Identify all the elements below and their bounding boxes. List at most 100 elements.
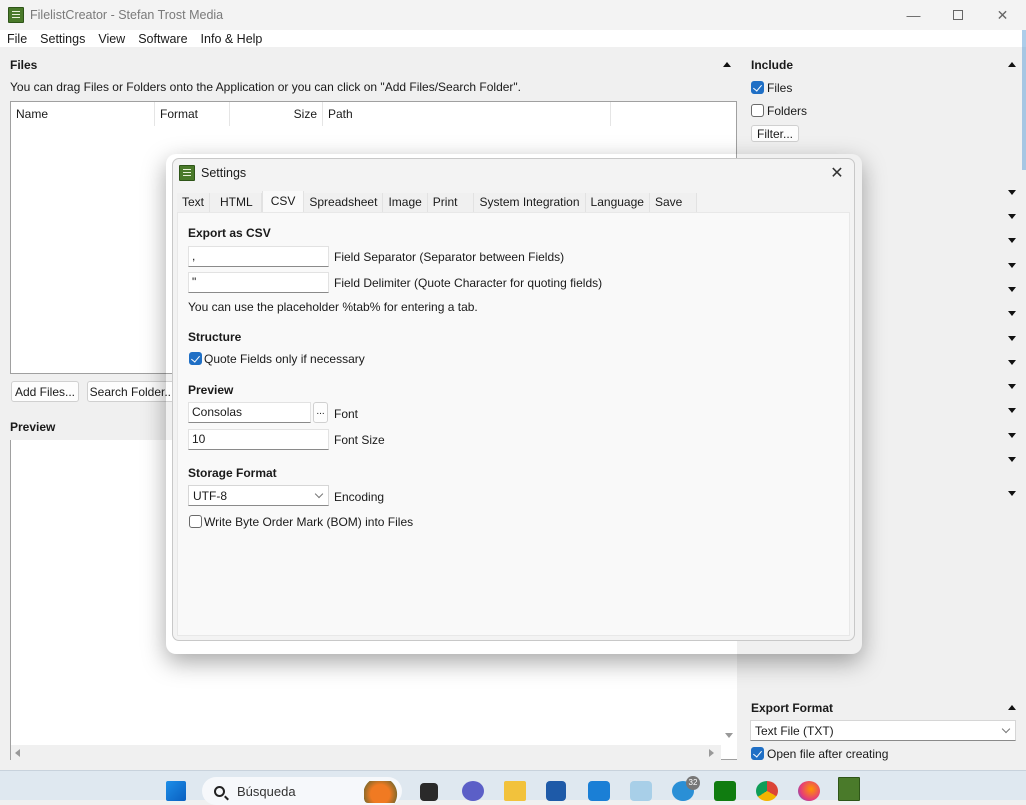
export-format-section-title: Export Format — [751, 701, 834, 715]
bom-checkbox[interactable] — [189, 515, 202, 528]
field-separator-label: Field Separator (Separator between Field… — [334, 250, 565, 264]
minimize-button[interactable]: — — [891, 0, 936, 30]
include-folders-label: Folders — [767, 104, 808, 118]
menu-view[interactable]: View — [91, 32, 131, 46]
window-edge-highlight — [1022, 30, 1026, 170]
tab-text[interactable]: Text — [177, 193, 211, 212]
field-delimiter-input[interactable]: " — [188, 272, 329, 293]
settings-dialog: Settings ✕ Text HTML CSV Spreadsheet Ima… — [172, 158, 855, 641]
open-after-creating-label: Open file after creating — [767, 747, 889, 761]
tab-image[interactable]: Image — [383, 193, 428, 212]
filelistcreator-taskbar-icon[interactable] — [838, 777, 860, 801]
font-size-label: Font Size — [334, 433, 385, 447]
collapsed-section-arrow-icon[interactable] — [1008, 408, 1016, 413]
teams-icon[interactable] — [462, 781, 484, 801]
maximize-button[interactable] — [935, 0, 980, 30]
taskbar: Búsqueda — [0, 770, 1026, 805]
search-icon — [214, 785, 225, 797]
menu-software[interactable]: Software — [131, 32, 193, 46]
close-window-button[interactable]: ✕ — [980, 0, 1025, 30]
files-hint: You can drag Files or Folders onto the A… — [10, 80, 522, 94]
windows-start-icon[interactable] — [166, 781, 186, 801]
collapsed-section-arrow-icon[interactable] — [1008, 384, 1016, 389]
include-files-label: Files — [767, 81, 793, 95]
csv-tab-panel: Export as CSV , Field Separator (Separat… — [177, 212, 850, 636]
include-section-title: Include — [751, 58, 794, 72]
field-delimiter-label: Field Delimiter (Quote Character for quo… — [334, 276, 603, 290]
collapsed-section-arrow-icon[interactable] — [1008, 491, 1016, 496]
font-input[interactable]: Consolas — [188, 402, 311, 423]
export-format-value: Text File (TXT) — [755, 723, 834, 738]
maximize-icon — [952, 10, 963, 20]
collapsed-section-arrow-icon[interactable] — [1008, 336, 1016, 341]
export-csv-title: Export as CSV — [188, 226, 271, 240]
export-format-select[interactable]: Text File (TXT) — [750, 720, 1016, 741]
taskbar-search-placeholder: Búsqueda — [237, 783, 296, 799]
scroll-right-arrow-icon[interactable] — [709, 749, 714, 757]
collapsed-section-arrow-icon[interactable] — [1008, 190, 1016, 195]
chrome-icon[interactable] — [756, 781, 778, 801]
font-picker-button[interactable]: ... — [313, 402, 328, 423]
dialog-close-button[interactable]: ✕ — [826, 162, 848, 184]
tab-spreadsheet[interactable]: Spreadsheet — [304, 193, 384, 212]
search-folder-button[interactable]: Search Folder... — [87, 381, 177, 402]
firefox-icon[interactable] — [798, 781, 820, 801]
column-header-size[interactable]: Size — [230, 102, 323, 126]
photos-icon[interactable] — [630, 781, 652, 801]
bom-label: Write Byte Order Mark (BOM) into Files — [204, 515, 414, 529]
collapsed-section-arrow-icon[interactable] — [1008, 287, 1016, 292]
close-icon: ✕ — [996, 6, 1009, 23]
scroll-down-arrow-icon[interactable] — [725, 733, 733, 738]
export-collapse-arrow-icon[interactable] — [1008, 705, 1016, 710]
menu-info-help[interactable]: Info & Help — [194, 32, 269, 46]
dialog-title: Settings — [201, 166, 247, 180]
include-collapse-arrow-icon[interactable] — [1008, 62, 1016, 67]
add-files-button[interactable]: Add Files... — [11, 381, 79, 402]
task-view-icon[interactable] — [420, 783, 438, 801]
tab-csv[interactable]: CSV — [261, 191, 305, 212]
collapsed-section-arrow-icon[interactable] — [1008, 360, 1016, 365]
collapsed-section-arrow-icon[interactable] — [1008, 263, 1016, 268]
file-explorer-icon[interactable] — [504, 781, 526, 801]
field-separator-input[interactable]: , — [188, 246, 329, 267]
include-files-checkbox[interactable] — [751, 81, 764, 94]
encoding-label: Encoding — [334, 490, 385, 504]
quote-fields-checkbox[interactable] — [189, 352, 202, 365]
placeholder-hint: You can use the placeholder %tab% for en… — [188, 300, 478, 314]
microsoft-store-icon[interactable] — [546, 781, 566, 801]
tab-language[interactable]: Language — [585, 193, 650, 212]
tab-system-integration[interactable]: System Integration — [474, 193, 586, 212]
collapsed-section-arrow-icon[interactable] — [1008, 311, 1016, 316]
column-header-format[interactable]: Format — [155, 102, 230, 126]
xbox-icon[interactable] — [714, 781, 736, 801]
mail-icon[interactable] — [588, 781, 610, 801]
encoding-value: UTF-8 — [193, 488, 227, 503]
tab-print[interactable]: Print — [427, 193, 475, 212]
preview-horizontal-scrollbar[interactable] — [11, 745, 721, 760]
filter-button[interactable]: Filter... — [751, 125, 799, 142]
filelistcreator-app-icon — [8, 7, 24, 23]
font-size-input[interactable]: 10 — [188, 429, 329, 450]
collapsed-section-arrow-icon[interactable] — [1008, 214, 1016, 219]
column-header-name[interactable]: Name — [11, 102, 155, 126]
storage-format-title: Storage Format — [188, 466, 277, 480]
scroll-left-arrow-icon[interactable] — [15, 749, 20, 757]
close-icon: ✕ — [830, 165, 844, 182]
telegram-badge: 32 — [686, 776, 700, 790]
quote-fields-label: Quote Fields only if necessary — [204, 352, 365, 366]
collapsed-section-arrow-icon[interactable] — [1008, 433, 1016, 438]
tab-html[interactable]: HTML — [210, 193, 262, 212]
title-bar: FilelistCreator - Stefan Trost Media — ✕ — [0, 0, 1026, 30]
menu-file[interactable]: File — [0, 32, 33, 46]
preview-settings-title: Preview — [188, 383, 234, 397]
chevron-down-icon — [314, 489, 324, 499]
open-after-creating-checkbox[interactable] — [751, 747, 764, 760]
encoding-select[interactable]: UTF-8 — [188, 485, 329, 506]
collapsed-section-arrow-icon[interactable] — [1008, 457, 1016, 462]
include-folders-checkbox[interactable] — [751, 104, 764, 117]
menu-settings[interactable]: Settings — [33, 32, 91, 46]
collapsed-section-arrow-icon[interactable] — [1008, 238, 1016, 243]
tab-save[interactable]: Save — [649, 193, 698, 212]
files-collapse-arrow-icon[interactable] — [723, 62, 731, 67]
column-header-path[interactable]: Path — [323, 102, 611, 126]
